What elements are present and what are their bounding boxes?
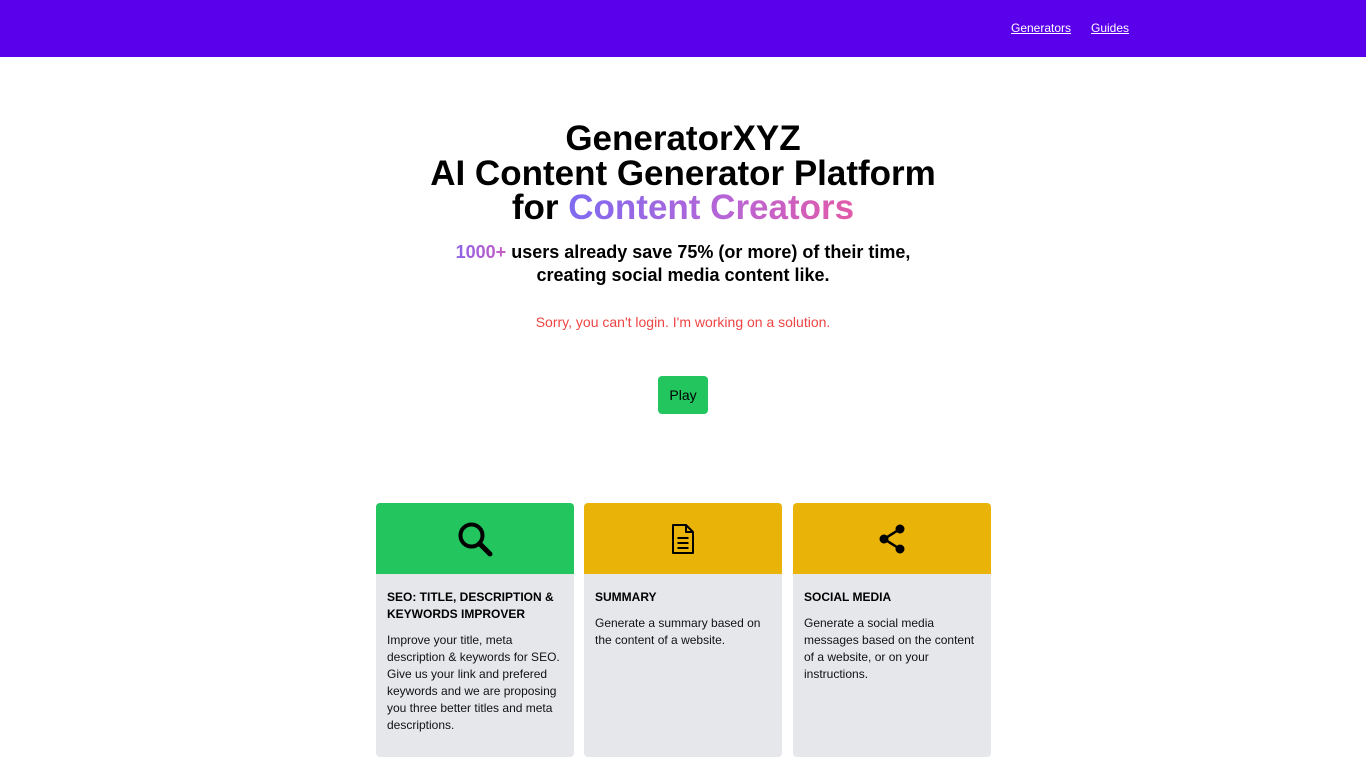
search-icon xyxy=(458,522,493,556)
play-button[interactable]: Play xyxy=(658,376,708,414)
title-line-for: for xyxy=(511,188,559,227)
hero-subtitle: 1000+ users already save 75% (or more) o… xyxy=(0,241,1366,287)
title-highlight: Content Creators xyxy=(568,188,855,227)
card-header xyxy=(793,503,991,574)
subtitle-text-line2: creating social media content like. xyxy=(536,265,830,285)
card-header xyxy=(584,503,782,574)
card-title: SUMMARY xyxy=(595,590,657,604)
login-error-notice: Sorry, you can't login. I'm working on a… xyxy=(535,314,831,330)
title-line-brand: GeneratorXYZ xyxy=(565,119,801,158)
generator-card-summary[interactable]: SUMMARY Generate a summary based on the … xyxy=(584,503,782,757)
card-title: SEO: TITLE, DESCRIPTION & KEYWORDS IMPRO… xyxy=(387,590,554,621)
card-header xyxy=(376,503,574,574)
subtitle-text: users already save 75% (or more) of thei… xyxy=(511,242,911,262)
users-count: 1000+ xyxy=(455,242,507,262)
document-icon xyxy=(672,523,694,554)
nav-link-generators[interactable]: Generators xyxy=(1011,21,1071,35)
top-nav-bar: Generators Guides xyxy=(0,0,1366,57)
card-description: Improve your title, meta description & k… xyxy=(387,633,560,732)
card-description: Generate a social media messages based o… xyxy=(804,616,975,681)
card-description: Generate a summary based on the content … xyxy=(595,616,761,647)
generator-card-social-media[interactable]: SOCIAL MEDIA Generate a social media mes… xyxy=(793,503,991,757)
title-line-platform: AI Content Generator Platform xyxy=(430,153,936,193)
nav-link-guides[interactable]: Guides xyxy=(1091,21,1129,35)
page-title: GeneratorXYZ AI Content Generator Platfo… xyxy=(0,119,1366,227)
card-title: SOCIAL MEDIA xyxy=(804,590,892,604)
generator-card-seo[interactable]: SEO: TITLE, DESCRIPTION & KEYWORDS IMPRO… xyxy=(376,503,574,757)
share-icon xyxy=(879,524,905,553)
